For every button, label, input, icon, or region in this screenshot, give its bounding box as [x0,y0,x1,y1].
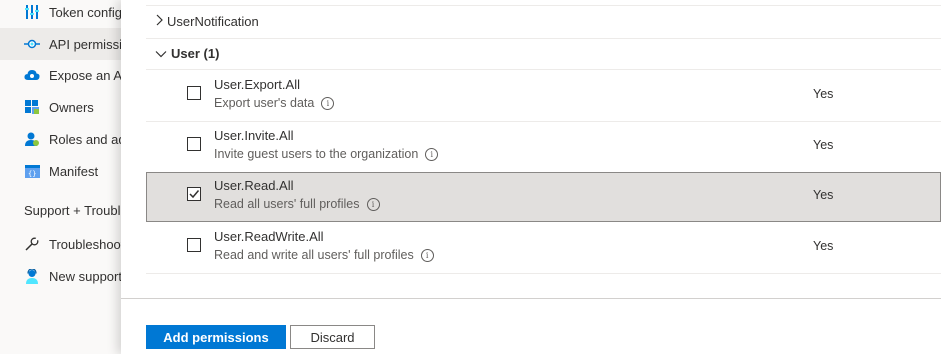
admin-consent-required: Yes [813,87,834,101]
permission-checkbox[interactable] [187,137,201,151]
sidebar-item-label: Expose an API [49,67,121,83]
sidebar-item-roles-and-administrators[interactable]: Roles and administrators [0,123,121,155]
cloud-icon [24,67,40,83]
support-person-icon [24,268,40,284]
api-permissions-icon [24,36,40,52]
permission-row-user-readwrite-all[interactable]: User.ReadWrite.All Read and write all us… [146,223,941,273]
permission-name: User.ReadWrite.All [214,229,324,244]
svg-text:{}: {} [28,170,36,178]
chevron-down-icon [155,46,167,61]
wrench-icon [24,236,40,252]
request-permissions-panel: UserNotification User (1) User.Export.Al… [121,0,941,354]
group-label: UserNotification [167,14,259,29]
info-icon[interactable]: i [420,248,434,262]
permission-row-user-export-all[interactable]: User.Export.All Export user's data i Yes [146,71,941,121]
divider [146,5,941,6]
checkmark-icon [189,190,200,199]
admin-consent-required: Yes [813,138,834,152]
permission-checkbox[interactable] [187,238,201,252]
permission-description: Read and write all users' full profiles … [214,248,434,262]
sidebar-item-troubleshooting[interactable]: Troubleshooting [0,228,121,260]
sidebar-item-label: Manifest [49,163,99,179]
info-icon[interactable]: i [366,197,380,211]
sidebar-item-manifest[interactable]: {} Manifest [0,155,121,187]
sidebar-section-support: Support + Troubleshooting [24,203,121,218]
discard-button[interactable]: Discard [290,325,375,349]
group-usernotification[interactable]: UserNotification [155,14,259,29]
permission-description-text: Read and write all users' full profiles [214,248,414,262]
permission-name: User.Read.All [214,178,294,193]
admin-consent-required: Yes [813,188,834,202]
permission-description-text: Read all users' full profiles [214,197,360,211]
permission-description: Invite guest users to the organization i [214,147,439,161]
chevron-right-icon [155,14,163,29]
sidebar-item-label: Troubleshooting [49,236,121,252]
sidebar-item-label: API permissions [49,36,121,52]
roles-icon [24,131,40,147]
sidebar-item-new-support-request[interactable]: New support request [0,260,121,292]
permission-description: Read all users' full profiles i [214,197,380,211]
sidebar-nav: Token configuration API permissions Expo… [0,0,121,354]
group-label: User (1) [171,46,220,61]
sidebar-item-label: Owners [49,99,94,115]
permission-description-text: Export user's data [214,96,315,110]
permission-row-user-read-all[interactable]: User.Read.All Read all users' full profi… [146,172,941,222]
sidebar-item-owners[interactable]: Owners [0,91,121,123]
permission-checkbox[interactable] [187,86,201,100]
add-permissions-button[interactable]: Add permissions [146,325,286,349]
sidebar-item-label: Roles and administrators [49,131,121,147]
permission-row-user-invite-all[interactable]: User.Invite.All Invite guest users to th… [146,122,941,172]
app-root: Token configuration API permissions Expo… [0,0,941,354]
footer-divider [121,298,941,299]
sidebar-item-label: New support request [49,268,121,284]
sidebar-item-label: Token configuration [49,4,121,20]
divider [146,273,941,274]
permission-description-text: Invite guest users to the organization [214,147,419,161]
info-icon[interactable]: i [425,147,439,161]
sidebar-item-api-permissions[interactable]: API permissions [0,28,121,60]
permission-name: User.Invite.All [214,128,294,143]
permission-description: Export user's data i [214,96,335,110]
group-user[interactable]: User (1) [155,46,219,61]
token-config-icon [24,4,40,20]
owners-icon [24,99,40,115]
divider [146,69,941,70]
info-icon[interactable]: i [321,96,335,110]
divider [146,38,941,39]
permission-name: User.Export.All [214,77,300,92]
permission-checkbox-checked[interactable] [187,187,201,201]
admin-consent-required: Yes [813,239,834,253]
manifest-icon: {} [24,163,40,179]
sidebar-item-token-configuration[interactable]: Token configuration [0,0,121,28]
sidebar-item-expose-an-api[interactable]: Expose an API [0,59,121,91]
